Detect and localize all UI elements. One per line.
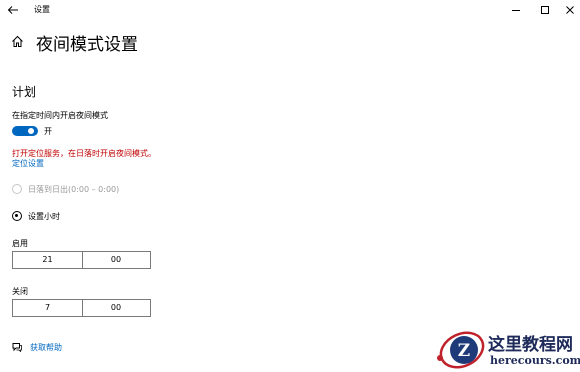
watermark-chinese-text: 这里教程网 xyxy=(488,335,573,355)
help-chat-icon[interactable] xyxy=(12,342,22,352)
watermark-emblem: Z xyxy=(437,331,485,369)
close-icon[interactable] xyxy=(562,2,578,18)
minimize-icon[interactable] xyxy=(508,2,524,18)
watermark-logo: Z 这里教程网 herecours.com xyxy=(432,328,580,372)
radio-sunset-label: 日落到日出(0:00 – 0:00) xyxy=(28,185,120,194)
radio-set-hours-label: 设置小时 xyxy=(28,212,60,221)
app-title: 设置 xyxy=(34,5,50,14)
svg-text:Z: Z xyxy=(458,341,470,361)
get-help-link[interactable]: 获取帮助 xyxy=(30,342,62,353)
maximize-icon[interactable] xyxy=(537,2,553,18)
turn-off-hour[interactable]: 7 xyxy=(13,300,83,316)
section-title-schedule: 计划 xyxy=(12,85,37,99)
turn-off-label: 关闭 xyxy=(12,287,28,296)
home-icon[interactable] xyxy=(11,35,24,48)
turn-on-label: 启用 xyxy=(12,239,28,248)
watermark-url-text: herecours.com xyxy=(490,354,580,367)
location-settings-link[interactable]: 定位设置 xyxy=(12,158,44,169)
toggle-state-label: 开 xyxy=(44,127,52,136)
turn-on-time-picker[interactable]: 21 00 xyxy=(12,251,151,269)
back-arrow-icon[interactable] xyxy=(6,3,20,17)
schedule-toggle-label: 在指定时间内开启夜间模式 xyxy=(12,111,108,120)
schedule-toggle[interactable] xyxy=(12,126,38,136)
turn-on-hour[interactable]: 21 xyxy=(13,252,83,268)
page-title: 夜间模式设置 xyxy=(36,35,138,55)
turn-off-minute[interactable]: 00 xyxy=(82,300,150,316)
radio-selected-dot xyxy=(15,214,18,217)
toggle-knob xyxy=(28,128,34,134)
radio-sunset-to-sunrise[interactable] xyxy=(12,184,22,194)
turn-off-time-picker[interactable]: 7 00 xyxy=(12,299,151,317)
title-bar: 设置 xyxy=(0,0,580,20)
turn-on-minute[interactable]: 00 xyxy=(82,252,150,268)
radio-set-hours[interactable] xyxy=(12,211,22,221)
